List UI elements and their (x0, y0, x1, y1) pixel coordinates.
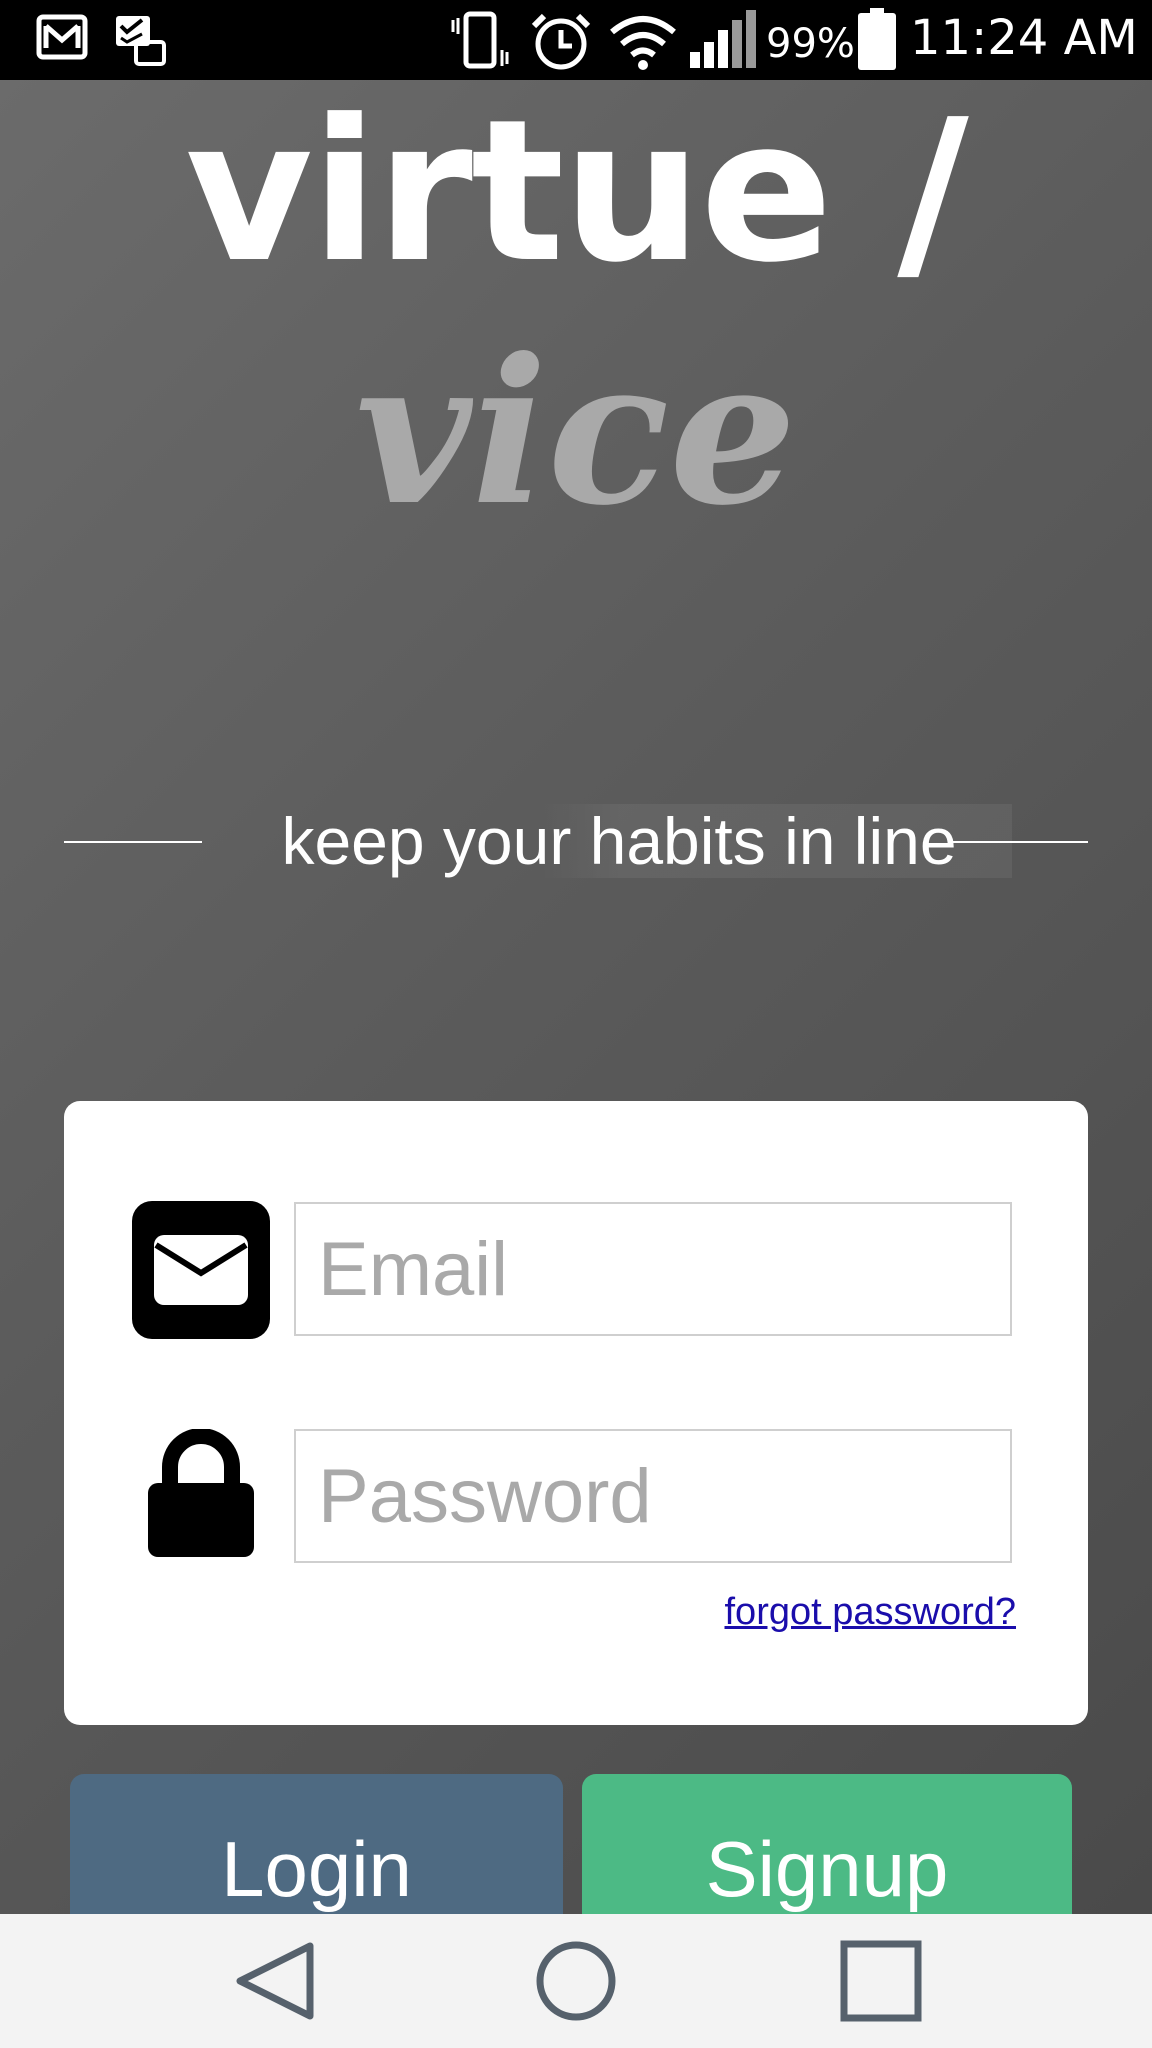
back-icon[interactable] (172, 1914, 372, 2048)
forgot-password-link[interactable]: forgot password? (725, 1591, 1017, 1634)
gmail-icon (36, 14, 88, 65)
battery-percent: 99% (766, 21, 855, 67)
task-icon (112, 14, 168, 73)
app-title-virtue: virtue / (185, 80, 969, 306)
home-icon[interactable] (476, 1914, 676, 2048)
vibrate-icon (450, 10, 510, 75)
tagline-divider-left (64, 841, 202, 843)
email-input[interactable] (294, 1202, 1012, 1336)
login-button[interactable]: Login (70, 1774, 563, 1934)
battery-icon (858, 8, 896, 75)
password-input[interactable] (294, 1429, 1012, 1563)
app-title-vice: vice (355, 315, 797, 550)
status-bar: 99% 11:24 AM (0, 0, 1152, 80)
tagline: keep your habits in line (226, 804, 1012, 878)
login-card: forgot password? (64, 1101, 1088, 1725)
lock-icon (148, 1428, 254, 1562)
alarm-icon (528, 10, 594, 77)
envelope-icon (132, 1201, 270, 1344)
signup-button[interactable]: Signup (582, 1774, 1072, 1934)
wifi-icon (608, 12, 678, 75)
navigation-bar (0, 1914, 1152, 2048)
recents-icon[interactable] (782, 1914, 982, 2048)
clock: 11:24 AM (910, 10, 1138, 66)
tagline-divider-right (952, 841, 1088, 843)
tagline-row: keep your habits in line (64, 800, 1088, 880)
signal-icon (688, 10, 756, 75)
